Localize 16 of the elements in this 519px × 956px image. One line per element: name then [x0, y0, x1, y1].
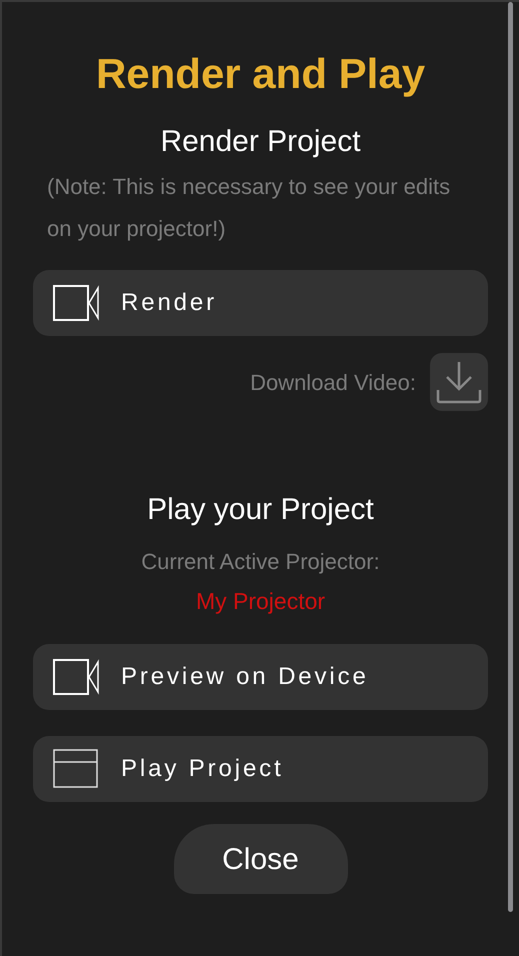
video-camera-icon	[53, 659, 99, 695]
action-button[interactable]: Preview on Device	[33, 644, 488, 710]
download-icon	[435, 360, 483, 404]
projector-name: My Projector	[194, 586, 326, 616]
section-heading: Play your Project	[146, 492, 375, 528]
close-button[interactable]: Close	[174, 824, 348, 894]
window-icon	[53, 749, 99, 789]
projector-label: Current Active Projector:	[140, 548, 381, 576]
action-button[interactable]: Play Project	[33, 736, 488, 802]
action-button[interactable]: Render	[33, 270, 488, 336]
download-label: Download Video:	[250, 368, 416, 396]
note-text: (Note: This is necessary to see your edits on your projector!)	[46, 173, 452, 243]
dialog-title: Render and Play	[94, 49, 426, 99]
video-camera-icon	[53, 285, 99, 321]
section-heading: Render Project	[159, 124, 362, 160]
download-button[interactable]	[430, 353, 488, 411]
